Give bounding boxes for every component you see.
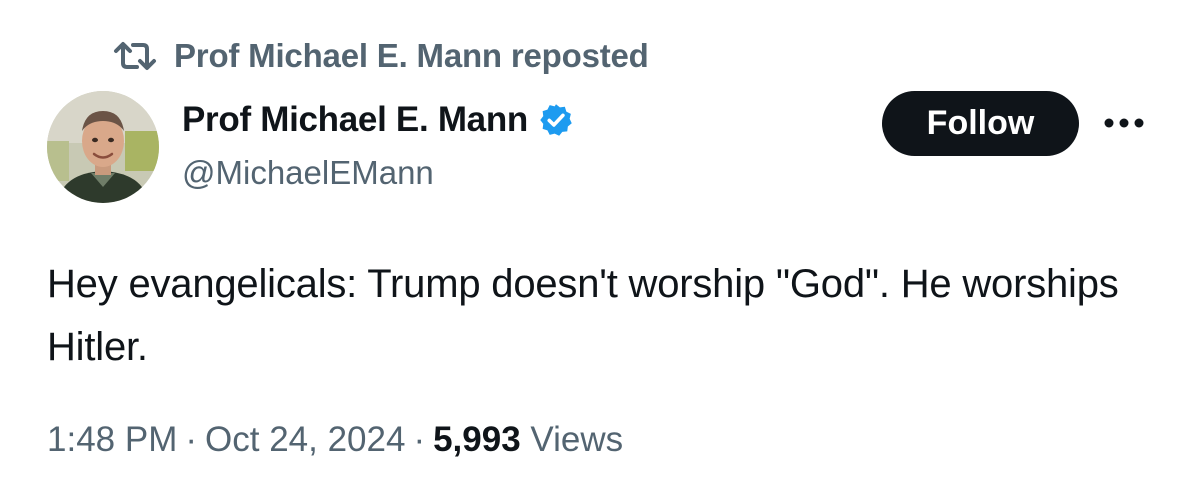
- tweet-text: Hey evangelicals: Trump doesn't worship …: [47, 262, 1119, 369]
- author-name-row[interactable]: Prof Michael E. Mann: [182, 98, 574, 142]
- meta-separator: ·: [413, 420, 426, 459]
- author-display-name[interactable]: Prof Michael E. Mann: [182, 100, 528, 140]
- tweet-time[interactable]: 1:48 PM: [47, 420, 177, 459]
- follow-button[interactable]: Follow: [882, 91, 1079, 156]
- views-label: Views: [530, 420, 624, 459]
- verified-badge-icon: [538, 102, 574, 138]
- meta-separator: ·: [185, 420, 198, 459]
- tweet-meta: 1:48 PM · Oct 24, 2024 · 5,993 Views: [47, 420, 623, 460]
- repost-icon: [112, 39, 158, 73]
- tweet-date[interactable]: Oct 24, 2024: [205, 420, 405, 459]
- avatar[interactable]: [47, 91, 159, 203]
- more-options-button[interactable]: [1100, 108, 1148, 138]
- repost-header[interactable]: Prof Michael E. Mann reposted: [112, 34, 649, 78]
- more-options-icon: [1102, 117, 1146, 129]
- repost-label[interactable]: Prof Michael E. Mann reposted: [174, 37, 649, 75]
- views-count: 5,993: [433, 420, 521, 459]
- author-handle[interactable]: @MichaelEMann: [182, 154, 434, 192]
